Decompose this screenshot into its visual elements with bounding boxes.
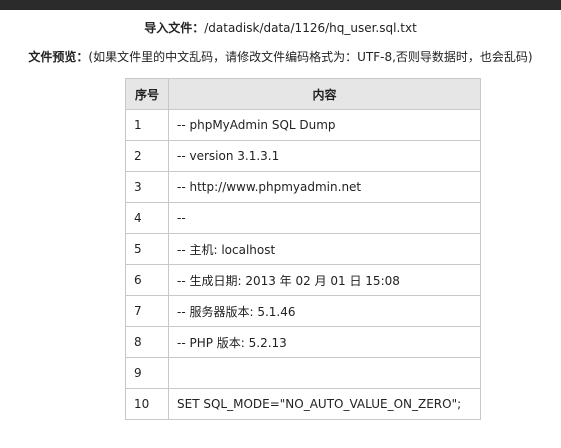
table-row: 7 -- 服务器版本: 5.1.46 [125, 295, 481, 327]
table-row: 1 -- phpMyAdmin SQL Dump [125, 109, 481, 141]
row-content: -- http://www.phpmyadmin.net [168, 171, 481, 203]
sql-preview-table: 序号 内容 1 -- phpMyAdmin SQL Dump 2 -- vers… [125, 78, 481, 420]
row-number: 1 [125, 109, 169, 141]
table-row: 6 -- 生成日期: 2013 年 02 月 01 日 15:08 [125, 264, 481, 296]
import-file-line: 导入文件：/datadisk/data/1126/hq_user.sql.txt [0, 19, 561, 36]
file-preview-note: (如果文件里的中文乱码，请修改文件编码格式为：UTF-8,否则导数据时，也会乱码… [88, 50, 533, 64]
row-content: -- PHP 版本: 5.2.13 [168, 326, 481, 358]
row-number: 2 [125, 140, 169, 172]
row-number: 9 [125, 357, 169, 389]
row-number: 7 [125, 295, 169, 327]
row-content [168, 357, 481, 389]
row-content: -- 主机: localhost [168, 233, 481, 265]
row-number: 8 [125, 326, 169, 358]
table-row: 2 -- version 3.1.3.1 [125, 140, 481, 172]
table-row: 10 SET SQL_MODE="NO_AUTO_VALUE_ON_ZERO"; [125, 388, 481, 420]
row-content: SET SQL_MODE="NO_AUTO_VALUE_ON_ZERO"; [168, 388, 481, 420]
column-header-content: 内容 [168, 78, 481, 110]
column-header-number: 序号 [125, 78, 169, 110]
row-content: -- version 3.1.3.1 [168, 140, 481, 172]
row-number: 10 [125, 388, 169, 420]
file-preview-label: 文件预览： [28, 50, 89, 64]
row-content: -- [168, 202, 481, 234]
table-row: 4 -- [125, 202, 481, 234]
import-file-path: /datadisk/data/1126/hq_user.sql.txt [204, 21, 417, 35]
import-file-label: 导入文件： [144, 21, 205, 35]
row-number: 4 [125, 202, 169, 234]
table-row: 8 -- PHP 版本: 5.2.13 [125, 326, 481, 358]
table-header-row: 序号 内容 [125, 78, 481, 110]
file-preview-line: 文件预览：(如果文件里的中文乱码，请修改文件编码格式为：UTF-8,否则导数据时… [0, 48, 561, 65]
row-number: 3 [125, 171, 169, 203]
table-row: 5 -- 主机: localhost [125, 233, 481, 265]
row-content: -- phpMyAdmin SQL Dump [168, 109, 481, 141]
table-row: 9 [125, 357, 481, 389]
row-number: 5 [125, 233, 169, 265]
row-content: -- 生成日期: 2013 年 02 月 01 日 15:08 [168, 264, 481, 296]
row-number: 6 [125, 264, 169, 296]
table-row: 3 -- http://www.phpmyadmin.net [125, 171, 481, 203]
row-content: -- 服务器版本: 5.1.46 [168, 295, 481, 327]
top-bar [0, 0, 561, 10]
